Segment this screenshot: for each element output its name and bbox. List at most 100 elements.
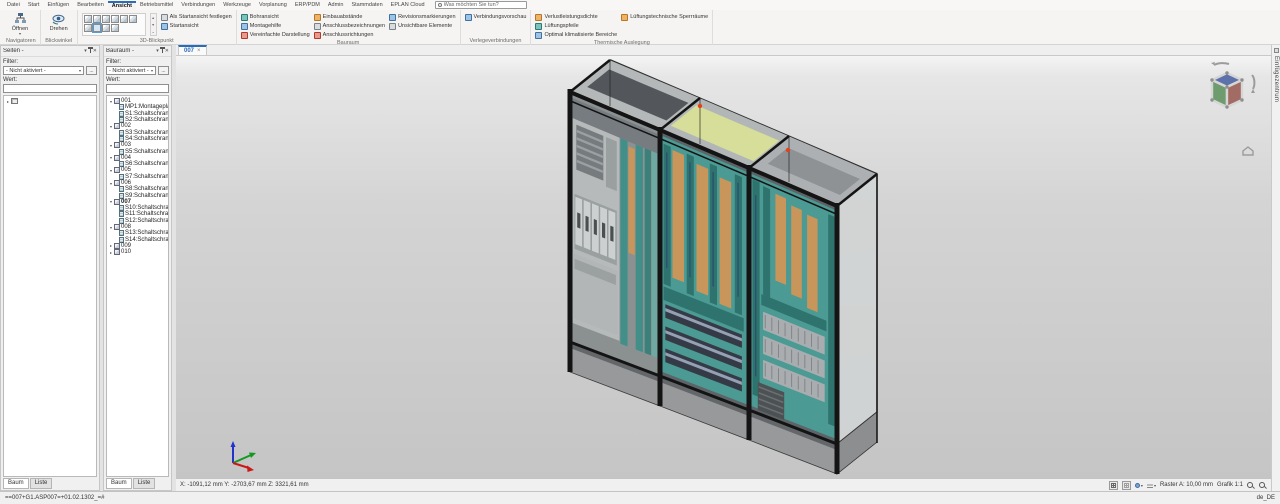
device-designation: ==007+G1.ASP007=+01.02.1302_=# (5, 495, 104, 501)
group-label-3d-blickpunkt: 3D-Blickpunkt (82, 37, 232, 45)
invisible-elements-button[interactable]: Unsichtbare Elemente (389, 22, 455, 30)
seiten-tree[interactable]: ▸ (3, 95, 97, 477)
einfuegezentrum-tab[interactable]: Einfügezentrum (1271, 45, 1280, 491)
object-snap-toggle[interactable] (1122, 481, 1131, 490)
seiten-filter-select[interactable]: - Nicht aktiviert - ▾ (3, 66, 84, 75)
panel-menu-icon[interactable]: ▾ (156, 48, 159, 54)
raster-indicator: Raster A: 10,00 mm (1160, 482, 1213, 488)
pin-icon[interactable] (90, 49, 91, 53)
ribbon-tab-admin[interactable]: Admin (324, 1, 348, 10)
seiten-panel-title: Seiten - (3, 48, 24, 54)
grid-snap-toggle[interactable] (1109, 481, 1118, 490)
ribbon-tab-vorplanung[interactable]: Vorplanung (255, 1, 291, 10)
viewcube-icon[interactable] (111, 24, 119, 32)
filter-label: Filter: (3, 59, 97, 65)
ribbon-group-blickwinkel: Drehen Blickwinkel (41, 10, 78, 45)
ribbon-tab-bearbeiten[interactable]: Bearbeiten (73, 1, 108, 10)
revision-marker-icon (389, 14, 396, 21)
ribbon-tab-stammdaten[interactable]: Stammdaten (347, 1, 386, 10)
panel-menu-icon[interactable]: ▾ (84, 48, 87, 54)
wert-label: Wert: (106, 77, 169, 83)
chevron-down-icon: ▾ (1141, 483, 1143, 488)
display-options-dropdown[interactable]: ▾ (1147, 483, 1156, 488)
tab-baum[interactable]: Baum (106, 478, 132, 489)
zone-icon (114, 167, 120, 173)
connection-preview-icon (465, 14, 472, 21)
layers-icon (1147, 483, 1153, 488)
bauraum-panel-header[interactable]: Bauraum - ▾ ✕ (104, 46, 171, 57)
seiten-wert-input[interactable] (3, 84, 97, 93)
tab-liste[interactable]: Liste (30, 478, 53, 489)
ribbon-tab-start[interactable]: Start (24, 1, 44, 10)
group-label-navigatoren: Navigatoren (6, 37, 36, 45)
chevron-down-icon: ▾ (1154, 483, 1156, 488)
project-node[interactable]: ▸ (5, 98, 95, 104)
insert-center-icon (1274, 48, 1279, 53)
ribbon-tab-ansicht[interactable]: Ansicht (108, 1, 136, 10)
airflow-arrows-button[interactable]: Lüftungspfeile (535, 22, 617, 30)
schema-dropdown[interactable]: ▾ (1135, 483, 1143, 488)
tab-baum[interactable]: Baum (3, 478, 29, 489)
viewcube-icon-selected[interactable] (93, 24, 101, 32)
seiten-panel-header[interactable]: Seiten - ▾ ✕ (1, 46, 99, 57)
connection-designation-button[interactable]: Anschlussbezeichnungen (314, 22, 385, 30)
bauraum-filter-select[interactable]: - Nicht aktiviert - ▾ (106, 66, 156, 75)
ribbon-tab-erp-pdm[interactable]: ERP/PDM (291, 1, 324, 10)
ribbon-group-verlegeverbindungen: Verbindungsvorschau Verlegeverbindungen (461, 10, 532, 45)
clearance-button[interactable]: Einbauabstände (314, 13, 385, 21)
connection-direction-button[interactable]: Anschlussrichtungen (314, 31, 385, 39)
3d-viewport[interactable] (176, 56, 1271, 478)
tab-liste[interactable]: Liste (133, 478, 156, 489)
bauraum-tree[interactable]: ▾001MP1:MontageplatteS1:SchaltschrankS2:… (106, 95, 169, 477)
navigation-cube[interactable] (1203, 59, 1259, 163)
viewcube-icon[interactable] (84, 24, 92, 32)
close-tab-icon[interactable]: × (197, 48, 201, 54)
bauraum-wert-input[interactable] (106, 84, 169, 93)
revision-marker-button[interactable]: Revisionsmarkierungen (389, 13, 455, 21)
viewcube-icon[interactable] (120, 15, 128, 23)
pin-icon[interactable] (162, 49, 163, 53)
open-navigators-button[interactable]: Öffnen ▾ (6, 11, 34, 35)
ribbon-tab-betriebsmittel[interactable]: Betriebsmittel (136, 1, 177, 10)
gallery-scrollbar[interactable]: ▴▾⌄ (150, 13, 157, 36)
grafik-indicator: Grafik 1:1 (1217, 482, 1243, 488)
simplified-view-button[interactable]: Vereinfachte Darstellung (241, 31, 310, 39)
assembly-aid-button[interactable]: Montagehilfe (241, 22, 310, 30)
ventilation-spaces-button[interactable]: Lüftungstechnische Sperrräume (621, 13, 708, 21)
tree-zone-010[interactable]: ▸010 (108, 249, 167, 255)
set-start-view-button[interactable]: Als Startansicht festlegen (161, 13, 232, 21)
ribbon-tab-werkzeuge[interactable]: Werkzeuge (219, 1, 255, 10)
ribbon-tab-eplan-cloud[interactable]: EPLAN Cloud (387, 1, 429, 10)
3d-scene-cabinets[interactable] (176, 56, 1271, 478)
close-icon[interactable]: ✕ (165, 48, 169, 54)
ribbon-tab-datei[interactable]: Datei (3, 1, 24, 10)
climate-zones-button[interactable]: Optimal klimatisierte Bereiche (535, 31, 617, 39)
schema-icon (1135, 483, 1140, 488)
ribbon-tab-einf-gen[interactable]: Einfügen (43, 1, 73, 10)
ribbon-search[interactable]: Was möchten Sie tun? (435, 1, 527, 9)
viewcube-icon[interactable] (111, 15, 119, 23)
connection-preview-button[interactable]: Verbindungsvorschau (465, 13, 527, 21)
simplified-view-icon (241, 32, 248, 39)
cabinet-icon (119, 111, 124, 117)
viewcube-icon[interactable] (102, 24, 110, 32)
zone-icon (114, 249, 120, 255)
power-density-button[interactable]: Verlustleistungsdichte (535, 13, 617, 21)
chevron-down-icon: ▾ (151, 68, 153, 73)
filter-more-button[interactable]: ... (158, 66, 169, 75)
drill-view-button[interactable]: Bohransicht (241, 13, 310, 21)
rotate-view-button[interactable]: Drehen (45, 11, 73, 32)
viewport-tab-007[interactable]: 007 × (178, 45, 207, 55)
viewcube-icon[interactable] (84, 15, 92, 23)
filter-more-button[interactable]: ... (86, 66, 97, 75)
ribbon-tab-verbindungen[interactable]: Verbindungen (177, 1, 219, 10)
start-view-icon (161, 23, 168, 30)
start-view-button[interactable]: Startansicht (161, 22, 232, 30)
close-icon[interactable]: ✕ (93, 48, 97, 54)
viewpoint-gallery[interactable] (82, 13, 146, 36)
viewcube-icon[interactable] (102, 15, 110, 23)
zoom-window-icon[interactable] (1259, 482, 1265, 488)
zoom-in-icon[interactable] (1247, 482, 1253, 488)
viewcube-icon[interactable] (93, 15, 101, 23)
viewcube-icon[interactable] (129, 15, 137, 23)
